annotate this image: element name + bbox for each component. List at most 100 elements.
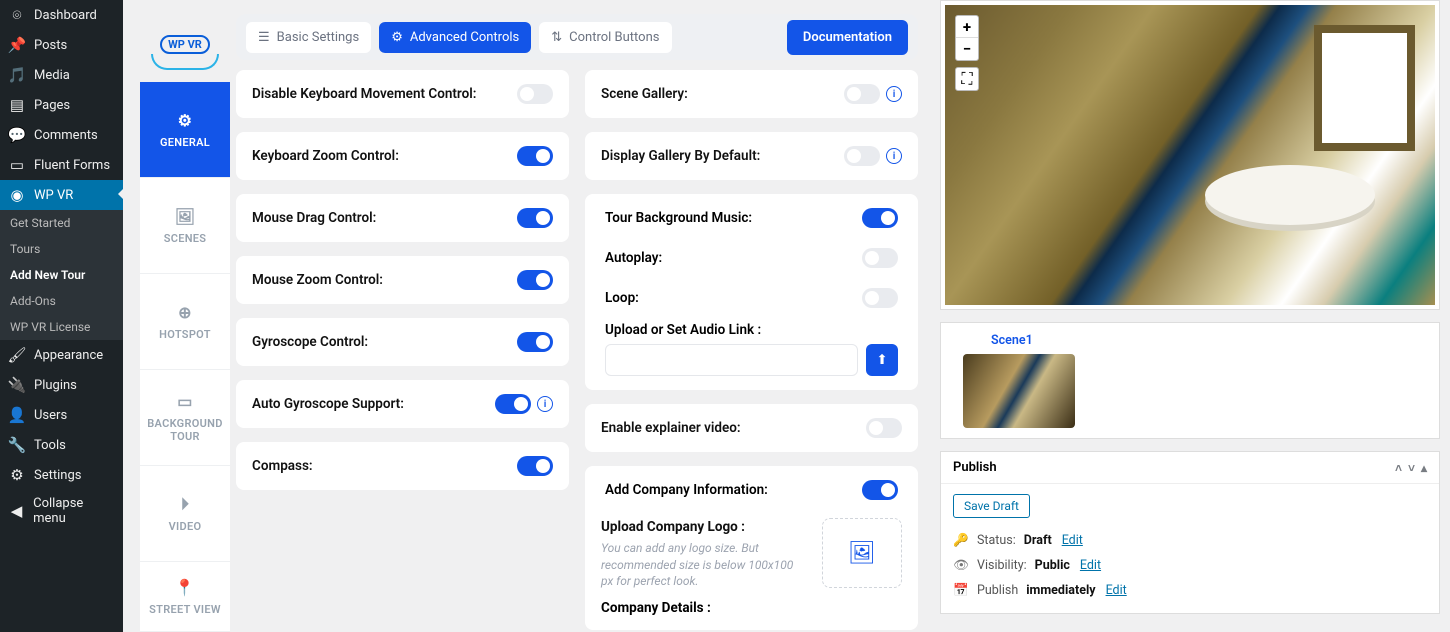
gear-icon: ⚙ [178,111,193,130]
label-autoplay: Autoplay: [605,250,662,266]
publish-title: Publish [953,460,997,475]
submenu-add-new[interactable]: Add New Tour [0,262,123,288]
sidetab-video[interactable]: ⏵VIDEO [140,466,230,562]
active-pointer-icon [118,187,125,201]
sliders-icon: ⚙ [8,466,26,484]
status-label: Status: [977,533,1016,548]
toggle-autoplay[interactable] [862,248,898,268]
sidetab-video-label: VIDEO [169,520,202,533]
toggle-gyro[interactable] [517,332,553,352]
eye-icon: 👁 [953,558,969,573]
menu-posts[interactable]: 📌Posts [0,30,123,60]
menu-settings[interactable]: ⚙Settings [0,460,123,490]
submenu-get-started[interactable]: Get Started [0,210,123,236]
menu-pages-label: Pages [34,98,70,113]
menu-tools[interactable]: 🔧 Tools [0,430,123,460]
documentation-button[interactable]: Documentation [787,20,908,55]
info-icon[interactable]: i [886,86,902,102]
toggle-bgm[interactable] [862,208,898,228]
toggle-mouse-zoom[interactable] [517,270,553,290]
tab-basic-label: Basic Settings [277,30,360,45]
submenu-license[interactable]: WP VR License [0,314,123,340]
company-logo-upload[interactable]: 🖼 [822,518,902,588]
label-company-details: Company Details : [601,600,902,616]
submenu-addons[interactable]: Add-Ons [0,288,123,314]
edit-publish-link[interactable]: Edit [1106,583,1127,598]
wrench-icon: 🔧 [8,436,26,454]
toggle-kb-zoom[interactable] [517,146,553,166]
chevron-down-icon[interactable]: ˅ [1408,461,1415,475]
menu-collapse[interactable]: ◀Collapse menu [0,490,123,532]
zoom-in-button[interactable]: + [956,16,978,38]
sidetab-background[interactable]: ▭BACKGROUND TOUR [140,370,230,466]
chevron-up-icon[interactable]: ˄ [1395,461,1402,475]
menu-pages[interactable]: ▤ Pages [0,90,123,120]
toggle-disable-kb[interactable] [517,84,553,104]
tour-preview-viewport[interactable]: + − ⛶ [945,5,1435,305]
toggle-company[interactable] [862,480,898,500]
edit-visibility-link[interactable]: Edit [1080,558,1101,573]
label-bgm: Tour Background Music: [605,210,752,226]
menu-users-label: Users [34,408,67,423]
menu-tools-label: Tools [34,438,66,453]
scene-name-label: Scene1 [991,333,1033,348]
caret-up-icon[interactable]: ▴ [1421,461,1427,475]
fullscreen-icon: ⛶ [961,69,972,89]
vr-icon: ◉ [8,186,26,204]
label-logo-desc: You can add any logo size. But recommend… [601,541,793,589]
tab-control-label: Control Buttons [569,30,659,45]
toggle-explainer[interactable] [866,418,902,438]
card-disable-keyboard: Disable Keyboard Movement Control: [236,70,569,118]
sidetab-general[interactable]: ⚙ GENERAL [140,82,230,178]
card-explainer: Enable explainer video: [585,404,918,452]
collapse-icon: ◀ [8,502,25,520]
info-icon[interactable]: i [537,396,553,412]
info-icon[interactable]: i [886,148,902,164]
save-draft-button[interactable]: Save Draft [953,494,1030,518]
card-company: Add Company Information: Upload Company … [585,466,918,630]
toggle-compass[interactable] [517,456,553,476]
publish-label: Publish [977,583,1018,598]
label-mouse-drag: Mouse Drag Control: [252,210,376,226]
menu-dashboard[interactable]: ⌾Dashboard [0,0,123,30]
fullscreen-button[interactable]: ⛶ [955,67,979,91]
toggle-display-gallery[interactable] [844,146,880,166]
upload-audio-button[interactable]: ⬆ [866,344,898,376]
tab-basic-settings[interactable]: ☰Basic Settings [246,22,371,53]
edit-status-link[interactable]: Edit [1062,533,1083,548]
menu-wpvr[interactable]: ◉WP VR [0,180,123,210]
sidetab-street[interactable]: 📍STREET VIEW [140,562,230,632]
toggle-scene-gallery[interactable] [844,84,880,104]
sidetab-scenes-label: SCENES [164,232,207,245]
user-icon: 👤 [8,406,26,424]
audio-link-input[interactable] [605,344,858,376]
menu-appearance[interactable]: 🖌Appearance [0,340,123,370]
wpvr-logo-text: WP VR [160,35,210,54]
submenu-tours[interactable]: Tours [0,236,123,262]
card-gyro: Gyroscope Control: [236,318,569,366]
label-mouse-zoom: Mouse Zoom Control: [252,272,383,288]
toggle-mouse-drag[interactable] [517,208,553,228]
menu-media-label: Media [34,68,70,83]
tab-advanced-label: Advanced Controls [410,30,519,45]
card-keyboard-zoom: Keyboard Zoom Control: [236,132,569,180]
sidetab-street-label: STREET VIEW [149,603,221,616]
menu-plugins[interactable]: 🔌Plugins [0,370,123,400]
menu-media[interactable]: 🎵Media [0,60,123,90]
menu-comments[interactable]: 💬Comments [0,120,123,150]
tab-control-buttons[interactable]: ⇅Control Buttons [539,22,671,53]
label-explainer: Enable explainer video: [601,420,741,436]
zoom-out-button[interactable]: − [956,38,978,60]
page-icon: ▤ [8,96,26,114]
target-icon: ⊕ [178,303,192,322]
tab-advanced-controls[interactable]: ⚙Advanced Controls [379,22,531,53]
sidetab-scenes[interactable]: 🖼SCENES [140,178,230,274]
toggle-auto-gyro[interactable] [495,394,531,414]
label-disable-kb: Disable Keyboard Movement Control: [252,86,476,102]
menu-fluent-forms[interactable]: ▭Fluent Forms [0,150,123,180]
menu-users[interactable]: 👤 Users [0,400,123,430]
toggle-loop[interactable] [862,288,898,308]
sidetab-hotspot[interactable]: ⊕HOTSPOT [140,274,230,370]
sidetab-general-label: GENERAL [160,136,210,149]
scene-thumbnail[interactable] [963,354,1075,428]
